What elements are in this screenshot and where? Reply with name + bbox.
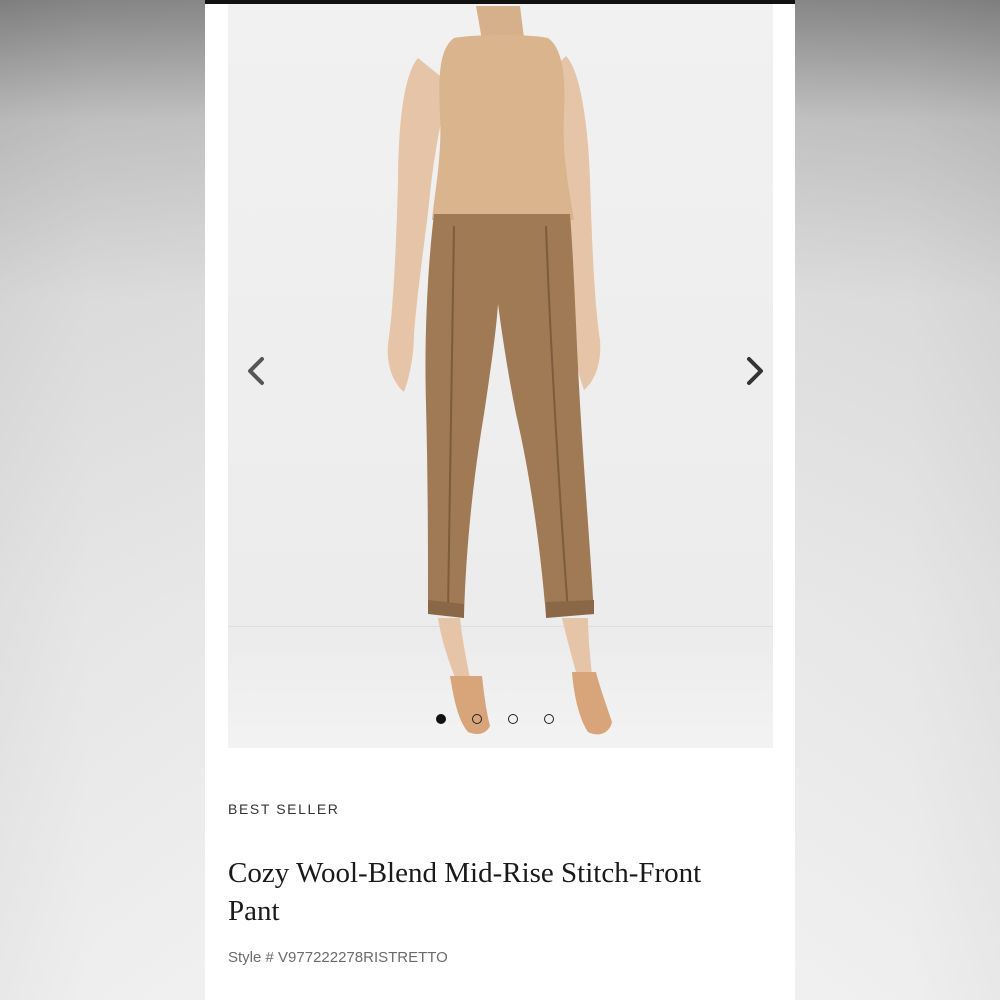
carousel-pagination xyxy=(436,714,554,724)
right-blurred-backdrop xyxy=(795,0,1000,1000)
previous-image-button[interactable] xyxy=(236,352,266,388)
left-blurred-backdrop xyxy=(0,0,205,1000)
carousel-dot-2[interactable] xyxy=(472,714,482,724)
left-ankle xyxy=(438,618,470,680)
style-label: Style # xyxy=(228,949,274,966)
product-title: Cozy Wool-Blend Mid-Rise Stitch-Front Pa… xyxy=(228,857,702,927)
turtleneck-collar xyxy=(476,6,524,40)
right-cuff xyxy=(546,600,594,618)
chevron-left-icon xyxy=(248,357,264,385)
product-photo xyxy=(387,6,612,735)
product-page: BEST SELLER Cozy Wool-Blend Mid-Rise Sti… xyxy=(205,4,795,1000)
carousel-dot-3[interactable] xyxy=(508,714,518,724)
next-image-button[interactable] xyxy=(733,352,763,388)
carousel-dot-1[interactable] xyxy=(436,714,446,724)
carousel-dot-4[interactable] xyxy=(544,714,554,724)
sleeveless-top xyxy=(432,35,574,220)
product-image-carousel[interactable] xyxy=(228,4,773,748)
right-shoe xyxy=(572,672,612,735)
chevron-right-icon xyxy=(747,357,763,385)
style-number: V977222278RISTRETTO xyxy=(278,949,448,966)
style-number-line: Style # V977222278RISTRETTO xyxy=(228,949,448,966)
best-seller-badge: BEST SELLER xyxy=(228,801,340,817)
left-shoe xyxy=(450,676,490,734)
right-ankle xyxy=(562,618,592,680)
